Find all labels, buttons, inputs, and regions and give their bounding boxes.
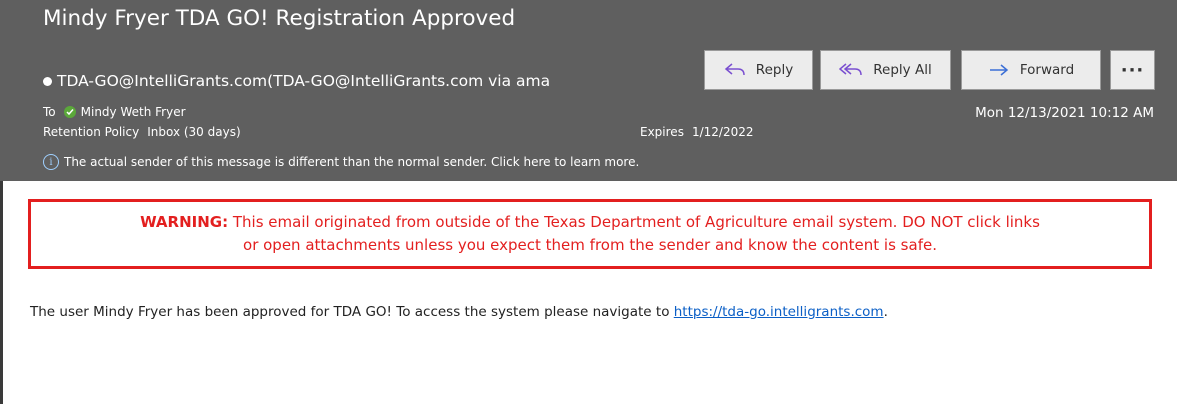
- system-link[interactable]: https://tda-go.intelligrants.com: [674, 304, 884, 320]
- check-icon: [63, 106, 76, 118]
- sender-notice[interactable]: i The actual sender of this message is d…: [43, 154, 639, 170]
- email-header: Mindy Fryer TDA GO! Registration Approve…: [0, 0, 1177, 181]
- email-subject: Mindy Fryer TDA GO! Registration Approve…: [43, 6, 516, 31]
- forward-icon: [989, 64, 1009, 76]
- warning-line-2: or open attachments unless you expect th…: [243, 236, 937, 254]
- presence-dot-icon: [43, 76, 52, 86]
- to-label: To: [43, 105, 56, 119]
- sent-datetime: Mon 12/13/2021 10:12 AM: [975, 105, 1154, 121]
- reply-all-icon: [839, 63, 863, 76]
- retention-label: Retention Policy: [43, 125, 140, 139]
- email-body: The user Mindy Fryer has been approved f…: [30, 304, 888, 320]
- retention-value: Inbox (30 days): [147, 125, 241, 139]
- retention-policy: Retention Policy Inbox (30 days): [43, 125, 241, 139]
- warning-text-1: This email originated from outside of th…: [228, 213, 1040, 231]
- reply-label: Reply: [755, 62, 794, 78]
- body-text: The user Mindy Fryer has been approved f…: [30, 304, 674, 320]
- more-actions-button[interactable]: ···: [1110, 50, 1155, 90]
- recipient-name[interactable]: Mindy Weth Fryer: [81, 105, 186, 119]
- external-email-warning: WARNING: This email originated from outs…: [28, 199, 1152, 269]
- reading-pane-edge: [0, 181, 3, 404]
- forward-button[interactable]: Forward: [961, 50, 1101, 90]
- reply-button[interactable]: Reply: [704, 50, 813, 90]
- warning-line-1: WARNING: This email originated from outs…: [31, 211, 1149, 234]
- reply-icon: [724, 63, 745, 76]
- sender-line[interactable]: TDA-GO@IntelliGrants.com(TDA-GO@IntelliG…: [43, 72, 672, 90]
- warning-prefix: WARNING:: [140, 213, 229, 231]
- expires-info: Expires 1/12/2022: [640, 125, 753, 139]
- expires-label: Expires: [640, 125, 684, 139]
- info-icon: i: [43, 154, 59, 170]
- recipient-line: To Mindy Weth Fryer: [43, 105, 186, 119]
- expires-value: 1/12/2022: [691, 125, 754, 139]
- sender-address: TDA-GO@IntelliGrants.com(TDA-GO@IntelliG…: [57, 72, 551, 90]
- reply-all-button[interactable]: Reply All: [820, 50, 951, 90]
- body-suffix: .: [883, 304, 888, 320]
- sender-notice-text: The actual sender of this message is dif…: [64, 155, 640, 169]
- reply-all-label: Reply All: [873, 62, 932, 78]
- forward-label: Forward: [1019, 62, 1075, 78]
